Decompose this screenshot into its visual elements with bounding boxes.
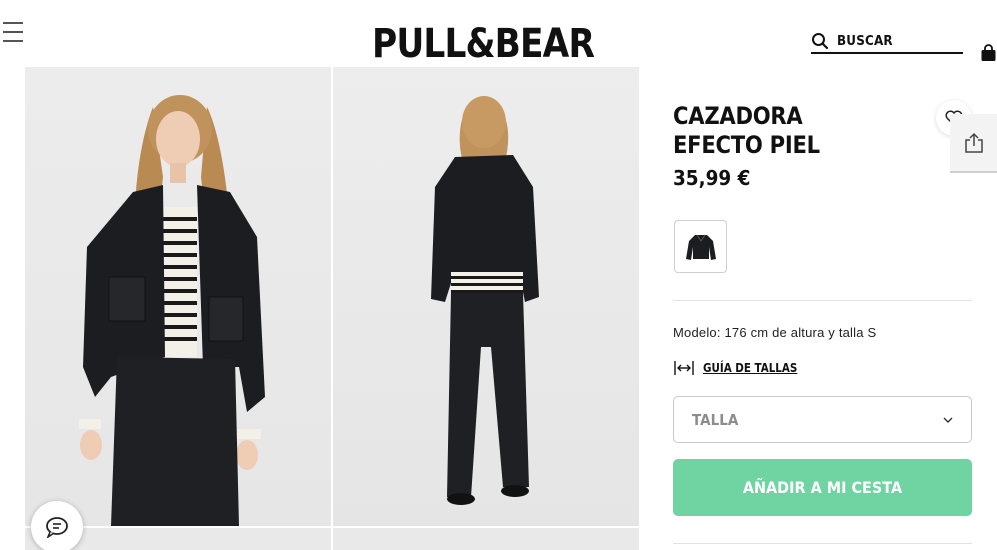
product-image-front[interactable] [25,67,331,526]
ruler-arrows-icon [674,361,694,375]
product-image-back[interactable] [333,67,639,526]
divider [673,543,972,544]
hamburger-icon[interactable] [3,22,25,42]
product-page: PULL&BEAR BUSCAR CAZADORA EFECTO PIEL 35… [0,0,997,550]
product-price: 35,99 € [673,166,751,190]
chevron-down-icon [943,417,953,423]
model-back-illustration [431,96,539,505]
jacket-thumbnail [685,234,716,260]
search-label: BUSCAR [837,33,893,49]
size-guide-link[interactable]: GUÍA DE TALLAS [673,359,813,377]
model-front-illustration [79,95,265,526]
chat-bubble-icon [46,517,68,538]
search-input[interactable]: BUSCAR [811,30,963,54]
product-image-4[interactable] [333,528,639,550]
size-select-label: TALLA [692,410,739,429]
add-to-cart-button[interactable]: AÑADIR A MI CESTA [673,459,972,516]
divider [673,300,972,301]
search-icon [812,33,829,50]
brand-logo[interactable]: PULL&BEAR [372,20,596,68]
chat-button[interactable] [31,501,83,550]
size-select[interactable]: TALLA [673,396,972,443]
size-guide-label: GUÍA DE TALLAS [703,361,798,375]
shopping-bag-icon[interactable] [980,44,997,62]
share-button[interactable] [950,114,997,173]
share-icon [964,132,983,153]
color-swatch-black[interactable] [674,220,727,273]
add-to-cart-label: AÑADIR A MI CESTA [742,478,903,497]
model-info: Modelo: 176 cm de altura y talla S [673,325,877,340]
product-title: CAZADORA EFECTO PIEL [673,102,820,159]
